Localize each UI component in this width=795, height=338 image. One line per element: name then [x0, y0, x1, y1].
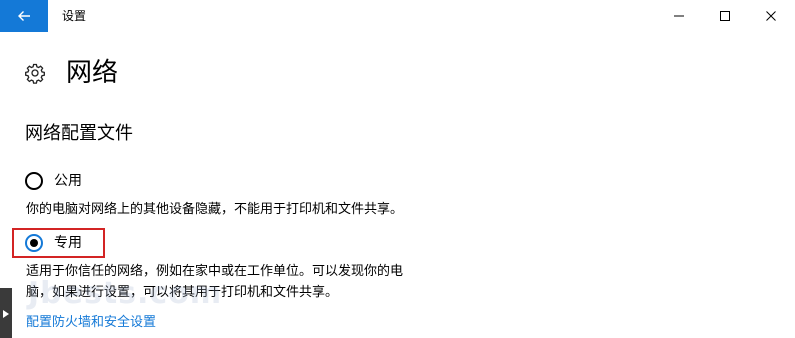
public-description: 你的电脑对网络上的其他设备隐藏，不能用于打印机和文件共享。 — [26, 202, 404, 217]
title-bar: 设置 — [0, 0, 795, 32]
firewall-settings-link[interactable]: 配置防火墙和安全设置 — [26, 313, 156, 333]
radio-private[interactable]: 专用 — [25, 233, 82, 253]
page-title: 网络 — [66, 58, 119, 88]
window-title: 设置 — [62, 9, 87, 23]
close-button[interactable] — [748, 0, 794, 32]
private-description-line-2: 脑，如果进行设置，可以将其用于打印机和文件共享。 — [26, 285, 339, 300]
play-arrow-icon — [2, 304, 10, 323]
back-button[interactable] — [0, 0, 48, 32]
side-expand-tab[interactable] — [0, 288, 12, 338]
minimize-icon — [673, 7, 685, 26]
maximize-button[interactable] — [702, 0, 748, 32]
close-icon — [765, 7, 777, 26]
radio-private-label: 专用 — [54, 235, 82, 251]
private-description-line-1: 适用于你信任的网络，例如在家中或在工作单位。可以发现你的电 — [26, 264, 404, 279]
settings-window: 设置 网络 网络配置文件 公用 你的电脑对网络上的其他设备隐藏，不能用于打印机和… — [0, 0, 795, 338]
minimize-button[interactable] — [656, 0, 702, 32]
private-description: 适用于你信任的网络，例如在家中或在工作单位。可以发现你的电 脑，如果进行设置，可… — [26, 261, 446, 303]
section-title: 网络配置文件 — [25, 123, 133, 144]
maximize-icon — [719, 7, 731, 26]
radio-public-circle[interactable] — [25, 172, 43, 190]
radio-public-label: 公用 — [54, 173, 82, 189]
radio-public[interactable]: 公用 — [25, 171, 82, 191]
page-header: 网络 — [24, 55, 118, 91]
back-arrow-icon — [16, 8, 32, 24]
radio-selected-dot — [30, 239, 38, 247]
radio-private-circle[interactable] — [25, 234, 43, 252]
gear-icon — [24, 62, 46, 84]
